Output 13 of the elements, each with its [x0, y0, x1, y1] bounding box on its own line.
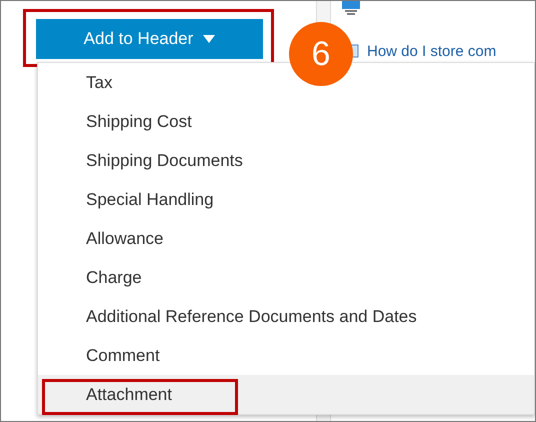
menu-item[interactable]: Attachment — [38, 375, 534, 414]
monitor-icon[interactable] — [341, 1, 361, 15]
caret-icon — [203, 35, 216, 43]
menu-item[interactable]: Allowance — [38, 219, 534, 258]
menu-item[interactable]: Additional Reference Documents and Dates — [38, 297, 534, 336]
menu-item[interactable]: Shipping Documents — [38, 141, 534, 180]
help-link[interactable]: How do I store com — [367, 42, 496, 60]
step-badge: 6 — [289, 22, 353, 86]
add-to-header-button[interactable]: Add to Header — [36, 19, 263, 59]
menu-item[interactable]: Charge — [38, 258, 534, 297]
menu-item[interactable]: Special Handling — [38, 180, 534, 219]
menu-item[interactable]: Comment — [38, 336, 534, 375]
menu-item[interactable]: Shipping Cost — [38, 102, 534, 141]
